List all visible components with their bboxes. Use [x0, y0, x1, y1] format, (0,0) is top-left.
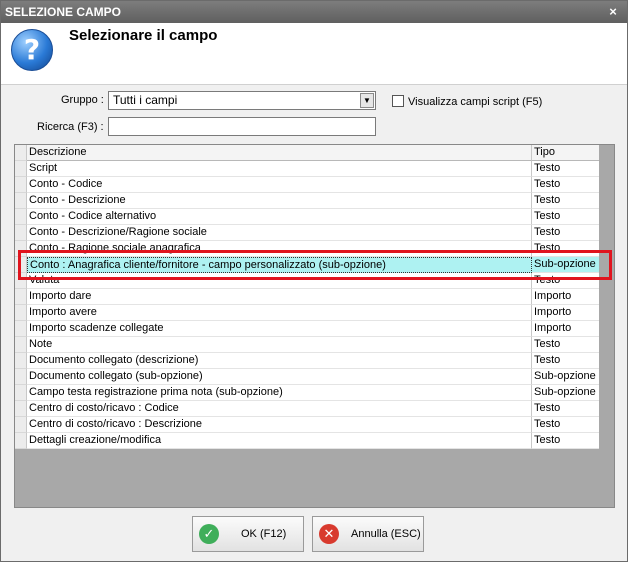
cell-tipo: Testo — [532, 417, 599, 433]
row-indicator — [15, 305, 27, 321]
table-row[interactable]: Note Testo — [15, 337, 599, 353]
row-indicator — [15, 401, 27, 417]
cell-descrizione: Importo dare — [27, 289, 532, 305]
cell-tipo: Testo — [532, 209, 599, 225]
cell-descrizione: Conto - Descrizione — [27, 193, 532, 209]
ricerca-label: Ricerca (F3) : — [37, 121, 104, 133]
cell-tipo: Testo — [532, 353, 599, 369]
cell-descrizione: Conto - Ragione sociale anagrafica — [27, 241, 532, 257]
column-header-tipo[interactable]: Tipo — [532, 145, 599, 161]
cell-descrizione: Valuta — [27, 273, 532, 289]
row-indicator — [15, 321, 27, 337]
close-icon[interactable]: × — [605, 4, 621, 20]
table-row[interactable]: Campo testa registrazione prima nota (su… — [15, 385, 599, 401]
cancel-icon: ✕ — [319, 524, 339, 544]
cell-tipo: Testo — [532, 193, 599, 209]
table-row[interactable]: Script Testo — [15, 161, 599, 177]
cell-tipo: Importo — [532, 289, 599, 305]
table-row[interactable]: Conto - Codice alternativo Testo — [15, 209, 599, 225]
table-row[interactable]: Conto - Codice Testo — [15, 177, 599, 193]
cell-tipo: Sub-opzione — [532, 257, 599, 273]
cell-tipo: Importo — [532, 305, 599, 321]
table-row[interactable]: Conto - Ragione sociale anagrafica Testo — [15, 241, 599, 257]
cell-tipo: Testo — [532, 161, 599, 177]
cell-tipo: Testo — [532, 273, 599, 289]
row-indicator — [15, 289, 27, 305]
check-icon: ✓ — [199, 524, 219, 544]
cell-descrizione: Conto : Anagrafica cliente/fornitore - c… — [27, 257, 532, 273]
cell-tipo: Testo — [532, 337, 599, 353]
row-indicator — [15, 193, 27, 209]
gruppo-label: Gruppo : — [61, 94, 104, 106]
cell-tipo: Sub-opzione — [532, 385, 599, 401]
row-indicator — [15, 353, 27, 369]
table-row[interactable]: Valuta Testo — [15, 273, 599, 289]
cell-tipo: Testo — [532, 241, 599, 257]
table-row[interactable]: Importo dare Importo — [15, 289, 599, 305]
table-row[interactable]: Centro di costo/ricavo : Descrizione Test… — [15, 417, 599, 433]
cell-descrizione: Conto - Codice — [27, 177, 532, 193]
dialog-window: SELEZIONE CAMPO × ? Selezionare il campo… — [0, 0, 628, 562]
cell-descrizione: Script — [27, 161, 532, 177]
checkbox-label: Visualizza campi script (F5) — [408, 96, 543, 108]
table-row[interactable]: Importo scadenze collegate Importo — [15, 321, 599, 337]
cell-descrizione: Centro di costo/ricavo : Descrizione — [27, 417, 532, 433]
cell-descrizione: Conto - Codice alternativo — [27, 209, 532, 225]
cancel-button[interactable]: ✕ Annulla (ESC) — [312, 516, 424, 552]
row-indicator — [15, 145, 27, 161]
row-indicator — [15, 257, 27, 273]
grid-header-row: Descrizione Tipo — [15, 145, 599, 161]
ok-button[interactable]: ✓ OK (F12) — [192, 516, 304, 552]
row-indicator — [15, 417, 27, 433]
table-row[interactable]: Conto - Descrizione/Ragione sociale Testo — [15, 225, 599, 241]
cell-descrizione: Campo testa registrazione prima nota (su… — [27, 385, 532, 401]
table-row[interactable]: Documento collegato (descrizione) Testo — [15, 353, 599, 369]
table-row[interactable]: Centro di costo/ricavo : Codice Testo — [15, 401, 599, 417]
window-title: SELEZIONE CAMPO — [5, 5, 122, 19]
table-row[interactable]: Documento collegato (sub-opzione) Sub-opz… — [15, 369, 599, 385]
cell-descrizione: Note — [27, 337, 532, 353]
cell-tipo: Testo — [532, 433, 599, 449]
cancel-button-label: Annulla (ESC) — [351, 528, 421, 540]
cell-tipo: Sub-opzione — [532, 369, 599, 385]
visualizza-script-checkbox[interactable] — [392, 95, 404, 107]
ok-button-label: OK (F12) — [241, 528, 287, 540]
question-icon: ? — [11, 29, 53, 71]
fields-grid: Descrizione Tipo Script Testo Conto - Codi… — [14, 144, 615, 508]
chevron-down-icon[interactable]: ▼ — [360, 93, 374, 108]
row-indicator — [15, 225, 27, 241]
header-title: Selezionare il campo — [69, 27, 218, 44]
cell-tipo: Testo — [532, 225, 599, 241]
title-bar[interactable]: SELEZIONE CAMPO × — [1, 1, 627, 23]
cell-tipo: Importo — [532, 321, 599, 337]
table-row[interactable]: Dettagli creazione/modifica Testo — [15, 433, 599, 449]
gruppo-value: Tutti i campi — [113, 93, 178, 107]
cell-descrizione: Conto - Descrizione/Ragione sociale — [27, 225, 532, 241]
row-indicator — [15, 433, 27, 449]
table-row[interactable]: Importo avere Importo — [15, 305, 599, 321]
table-row[interactable]: Conto : Anagrafica cliente/fornitore - c… — [15, 257, 599, 273]
cell-descrizione: Importo scadenze collegate — [27, 321, 532, 337]
row-indicator — [15, 385, 27, 401]
row-indicator — [15, 369, 27, 385]
row-indicator — [15, 177, 27, 193]
column-header-descrizione[interactable]: Descrizione — [27, 145, 532, 161]
cell-tipo: Testo — [532, 401, 599, 417]
cell-descrizione: Dettagli creazione/modifica — [27, 433, 532, 449]
row-indicator — [15, 337, 27, 353]
ricerca-input[interactable] — [108, 117, 376, 136]
cell-tipo: Testo — [532, 177, 599, 193]
table-row[interactable]: Conto - Descrizione Testo — [15, 193, 599, 209]
grid-table: Descrizione Tipo Script Testo Conto - Codi… — [15, 145, 599, 449]
row-indicator — [15, 209, 27, 225]
row-indicator — [15, 241, 27, 257]
cell-descrizione: Centro di costo/ricavo : Codice — [27, 401, 532, 417]
cell-descrizione: Documento collegato (sub-opzione) — [27, 369, 532, 385]
row-indicator — [15, 161, 27, 177]
cell-descrizione: Importo avere — [27, 305, 532, 321]
row-indicator — [15, 273, 27, 289]
dialog-header: ? Selezionare il campo — [1, 23, 627, 85]
gruppo-select[interactable]: Tutti i campi ▼ — [108, 91, 376, 110]
cell-descrizione: Documento collegato (descrizione) — [27, 353, 532, 369]
